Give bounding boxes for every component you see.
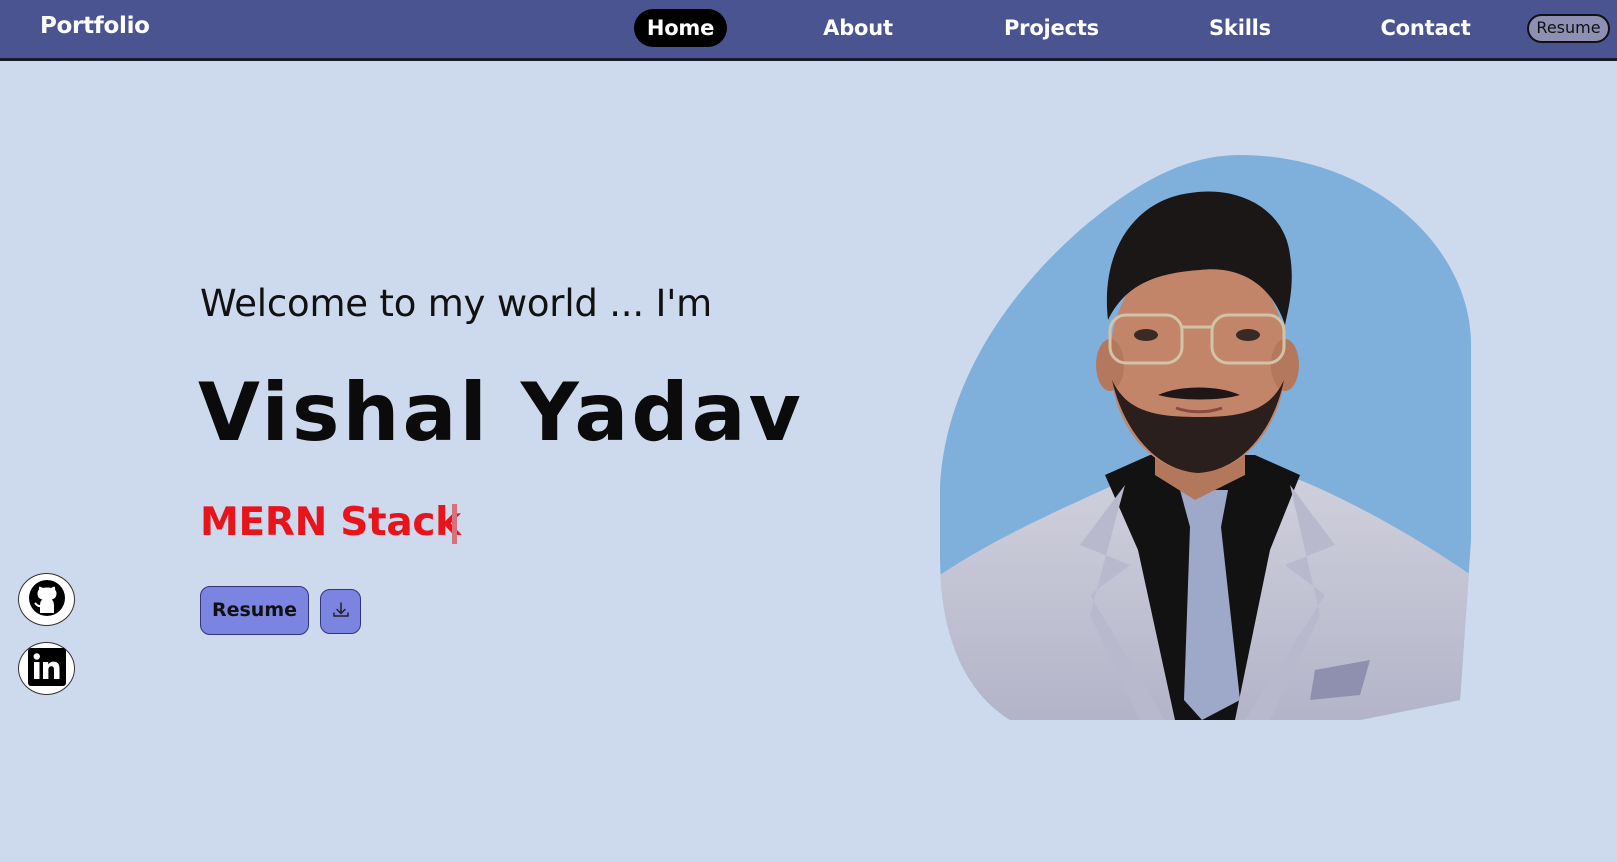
typing-cursor bbox=[452, 504, 457, 544]
hero-role: MERN Stack bbox=[200, 500, 461, 545]
nav-link-home[interactable]: Home bbox=[634, 9, 727, 47]
brand-logo[interactable]: Portfolio bbox=[40, 13, 150, 39]
resume-button[interactable]: Resume bbox=[200, 586, 309, 635]
nav-link-projects[interactable]: Projects bbox=[994, 9, 1109, 47]
nav-link-contact[interactable]: Contact bbox=[1373, 9, 1478, 47]
hero-name: Vishal Yadav bbox=[198, 366, 804, 459]
nav-link-skills[interactable]: Skills bbox=[1200, 9, 1280, 47]
hero-greeting: Welcome to my world ... I'm bbox=[200, 282, 713, 325]
profile-photo bbox=[940, 155, 1471, 720]
navbar: Portfolio Home About Projects Skills Con… bbox=[0, 0, 1617, 61]
linkedin-icon bbox=[27, 647, 67, 691]
download-icon bbox=[331, 600, 351, 624]
nav-resume-button[interactable]: Resume bbox=[1527, 14, 1610, 43]
download-resume-button[interactable] bbox=[320, 589, 361, 634]
github-link[interactable] bbox=[18, 573, 75, 626]
nav-link-about[interactable]: About bbox=[810, 9, 906, 47]
github-icon bbox=[27, 578, 67, 622]
linkedin-link[interactable] bbox=[18, 642, 75, 695]
